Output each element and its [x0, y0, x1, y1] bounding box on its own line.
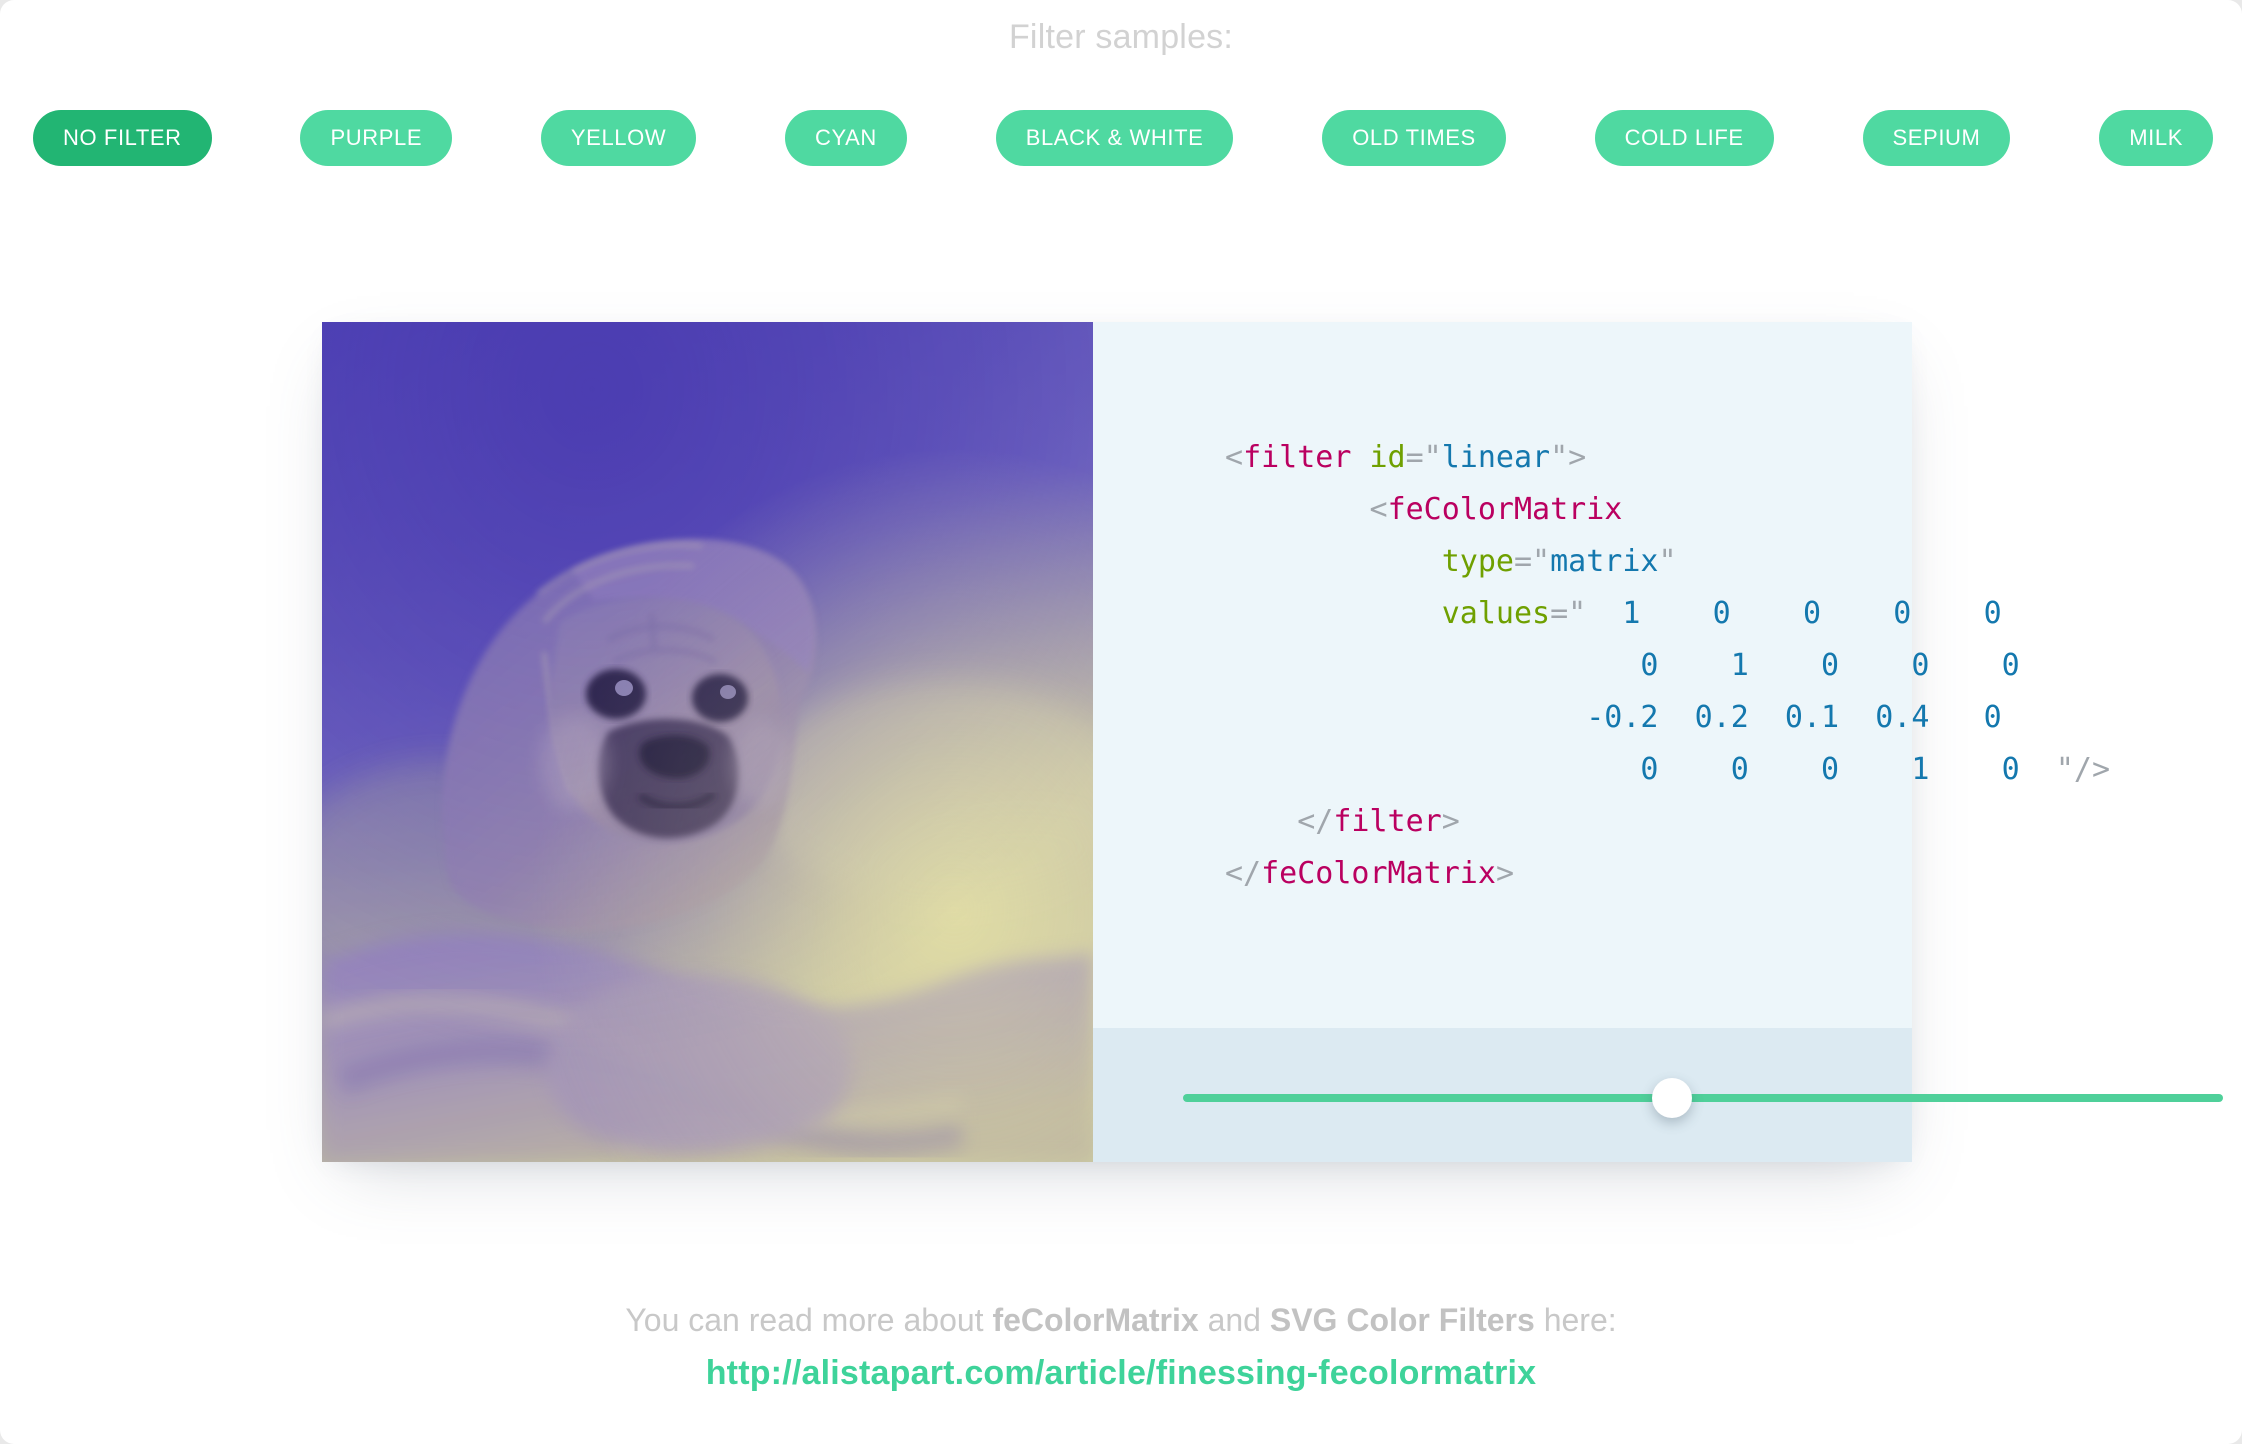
code-token-punc: >	[1441, 804, 1460, 839]
app-page: Filter samples: NO FILTER PURPLE YELLOW CYA…	[0, 0, 2242, 1444]
code-panel: <filter id="linear"> <feColorMatrix type…	[1093, 322, 2110, 1028]
filter-button-label: NO FILTER	[63, 125, 182, 150]
code-token-attr: values	[1441, 596, 1551, 631]
filter-button-black-white[interactable]: BLACK & WHITE	[995, 110, 1234, 166]
code-token-tag: filter	[1243, 440, 1352, 475]
slider-panel	[1093, 1028, 2223, 1162]
filter-button-label: COLD LIFE	[1624, 125, 1744, 150]
code-token-punc: "	[1658, 544, 1677, 579]
page-title: Filter samples:	[1008, 18, 1234, 56]
code-token-attr: type	[1441, 544, 1514, 579]
code-token-num: 1 0 0 0 0	[1586, 596, 2002, 631]
code-token-punc: <	[1369, 492, 1388, 527]
filter-button-label: MILK	[2129, 125, 2183, 150]
filter-button-label: SEPIUM	[1892, 125, 1981, 150]
filter-button-yellow[interactable]: YELLOW	[540, 110, 697, 166]
slider-track[interactable]	[1183, 1094, 2223, 1102]
code-token-punc: </	[1297, 804, 1334, 839]
preview-image	[322, 322, 1093, 1162]
code-token-punc: ="	[1405, 440, 1442, 475]
filter-button-sepium[interactable]: SEPIUM	[1862, 110, 2011, 166]
filter-button-label: OLD TIMES	[1352, 125, 1476, 150]
code-token-punc: ">	[1550, 440, 1587, 475]
filter-button-label: CYAN	[815, 125, 877, 150]
code-token-punc: <	[1225, 440, 1244, 475]
article-link[interactable]: http://alistapart.com/article/finessing-…	[706, 1354, 1537, 1393]
code-token-tag: feColorMatrix	[1387, 492, 1623, 527]
filter-button-label: YELLOW	[570, 125, 667, 150]
code-token-tag: filter	[1333, 804, 1442, 839]
code-token-num: -0.2 0.2 0.1 0.4 0	[1441, 700, 2002, 735]
filter-button-cold-life[interactable]: COLD LIFE	[1594, 110, 1774, 166]
footer-suffix: here:	[1534, 1302, 1617, 1338]
code-token-str: matrix	[1550, 544, 1659, 579]
code-token-punc	[1351, 440, 1369, 475]
code-token-punc: >	[1495, 856, 1514, 891]
code-token-tag: feColorMatrix	[1261, 856, 1496, 891]
filter-button-milk[interactable]: MILK	[2099, 110, 2213, 166]
code-token-punc: </	[1225, 856, 1262, 891]
footer: You can read more about feColorMatrix an…	[0, 1296, 2242, 1393]
filter-button-label: PURPLE	[330, 125, 423, 150]
footer-prefix: You can read more about	[625, 1302, 993, 1338]
filter-button-label: BLACK & WHITE	[1025, 125, 1204, 150]
code-token-str: linear	[1441, 440, 1551, 475]
filter-button-cyan[interactable]: CYAN	[785, 110, 907, 166]
filter-button-bar: NO FILTER PURPLE YELLOW CYAN BLACK & WHITE OL…	[33, 110, 2213, 166]
code-token-attr: id	[1369, 440, 1406, 475]
footer-bold-fecolormatrix: feColorMatrix	[992, 1302, 1199, 1338]
code-token-punc: ="	[1550, 596, 1587, 631]
filter-code-snippet: <filter id="linear"> <feColorMatrix type…	[1225, 432, 2110, 900]
footer-text: You can read more about feColorMatrix an…	[0, 1296, 2242, 1344]
code-column: <filter id="linear"> <feColorMatrix type…	[1093, 322, 2223, 1162]
filter-demo-card: <filter id="linear"> <feColorMatrix type…	[322, 322, 2223, 1162]
filter-button-purple[interactable]: PURPLE	[300, 110, 453, 166]
footer-middle: and	[1198, 1302, 1270, 1338]
code-token-num: 0 0 0 1 0	[1441, 752, 2020, 787]
footer-bold-svg-color-filters: SVG Color Filters	[1269, 1302, 1535, 1338]
filter-button-old-times[interactable]: OLD TIMES	[1322, 110, 1506, 166]
slider-thumb[interactable]	[1651, 1078, 1692, 1118]
code-token-punc: "/>	[2019, 752, 2111, 787]
filter-button-no-filter[interactable]: NO FILTER	[33, 110, 212, 166]
code-token-punc: ="	[1514, 544, 1551, 579]
code-token-num: 0 1 0 0 0	[1441, 648, 2020, 683]
filter-intensity-slider[interactable]	[1183, 1078, 2223, 1118]
